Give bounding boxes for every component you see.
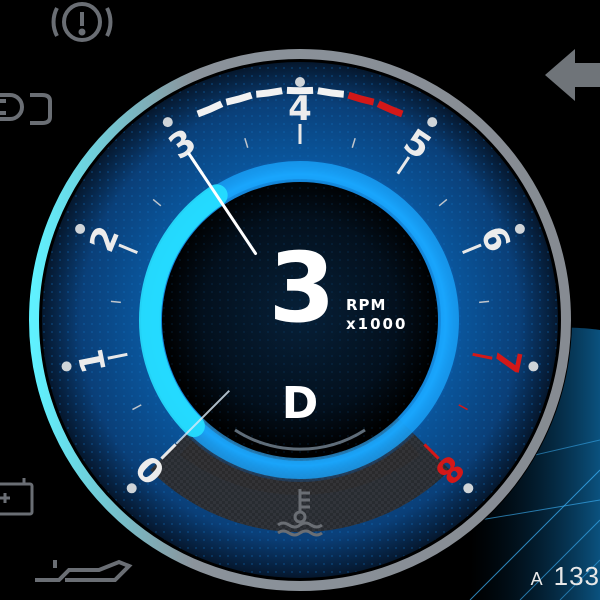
- minor-tick: [479, 300, 490, 304]
- minor-tick: [110, 300, 121, 304]
- temperature-segment: [255, 87, 283, 98]
- tick-dot: [295, 77, 305, 87]
- turn-signal-left-icon: [545, 49, 600, 101]
- tick-dot: [463, 483, 474, 494]
- tick-dot: [162, 117, 173, 128]
- temperature-segment: [317, 87, 345, 98]
- tick-dot: [427, 117, 438, 128]
- tick-label-4: 4: [288, 89, 312, 129]
- odometer-readout: A 133: [531, 561, 600, 592]
- battery-icon: [0, 478, 34, 516]
- tick-dot: [61, 361, 72, 372]
- odometer-trip-label: A: [530, 569, 544, 589]
- rpm-multiplier-label: x1000: [346, 315, 408, 333]
- parking-light-icon: [0, 93, 52, 125]
- brake-warning-icon: [51, 2, 113, 42]
- tick-dot: [514, 223, 525, 234]
- oil-pressure-icon: [35, 559, 133, 582]
- instrument-cluster: 012345678 3 RPM x1000 D A 133: [0, 0, 600, 600]
- tick-dot: [126, 483, 137, 494]
- gear-indicator: D: [281, 378, 319, 429]
- rpm-readout: 3: [268, 232, 336, 344]
- tick-dot: [75, 223, 86, 234]
- tick-dot: [528, 361, 539, 372]
- odometer-value: 133: [553, 561, 600, 591]
- rpm-unit-label: RPM: [346, 296, 387, 314]
